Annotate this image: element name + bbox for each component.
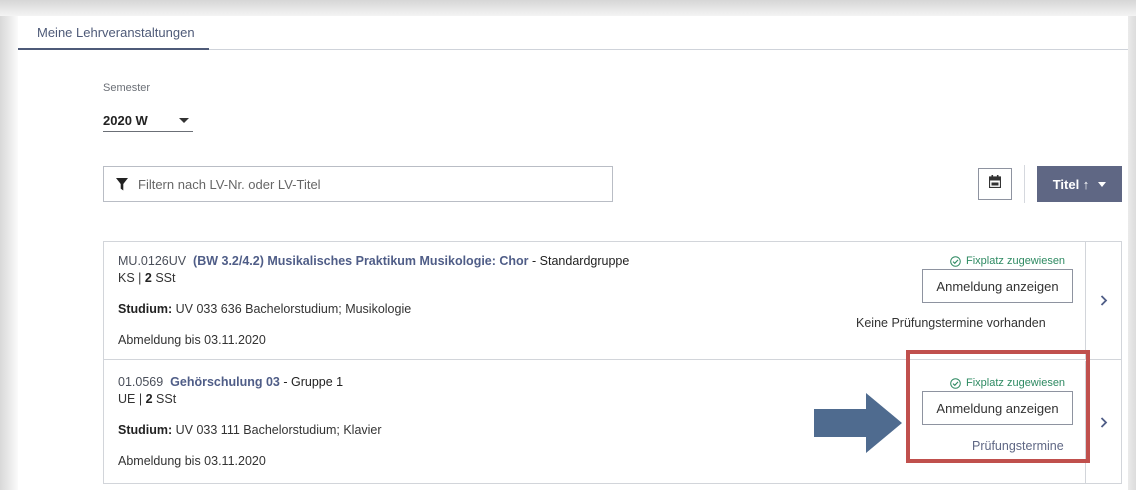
window-top-edge xyxy=(0,0,1136,16)
toolbar-divider xyxy=(1024,165,1025,203)
course-title-link[interactable]: Gehörschulung 03 xyxy=(170,375,280,389)
course-study-line: Studium: UV 033 111 Bachelorstudium; Kla… xyxy=(118,423,382,437)
course-heading: MU.0126UV (BW 3.2/4.2) Musikalisches Pra… xyxy=(118,254,629,268)
show-registration-button[interactable]: Anmeldung anzeigen xyxy=(922,269,1073,303)
course-type-line: UE | 2 SSt xyxy=(118,392,177,406)
study-label: Studium: xyxy=(118,423,173,437)
chevron-right-icon xyxy=(1100,295,1107,306)
tab-bar: Meine Lehrveranstaltungen xyxy=(18,16,1128,50)
calendar-button[interactable] xyxy=(978,168,1012,200)
filter-input[interactable] xyxy=(138,169,612,199)
chevron-down-icon xyxy=(179,118,189,123)
semester-value: 2020 W xyxy=(103,113,148,128)
course-title-link[interactable]: (BW 3.2/4.2) Musikalisches Praktikum Mus… xyxy=(193,254,529,268)
course-heading: 01.0569 Gehörschulung 03 - Gruppe 1 xyxy=(118,375,343,389)
chevron-down-icon xyxy=(1098,181,1107,187)
tab-my-courses[interactable]: Meine Lehrveranstaltungen xyxy=(18,16,209,50)
study-label: Studium: xyxy=(118,302,173,316)
status-badge: Fixplatz zugewiesen xyxy=(950,255,1065,267)
course-type: KS xyxy=(118,271,135,285)
course-type: UE xyxy=(118,392,136,406)
course-sst-value: 2 xyxy=(144,271,152,285)
course-sst-unit: SSt xyxy=(155,271,176,285)
pointer-arrow-icon xyxy=(814,393,902,458)
sort-label: Titel ↑ xyxy=(1052,176,1090,192)
filter-box xyxy=(103,166,613,202)
calendar-icon xyxy=(988,175,1002,193)
deregistration-deadline: Abmeldung bis 03.11.2020 xyxy=(118,333,266,347)
course-sst-value: 2 xyxy=(145,392,153,406)
course-sst-unit: SSt xyxy=(156,392,177,406)
check-circle-icon xyxy=(950,255,961,267)
open-course-button[interactable] xyxy=(1085,361,1121,483)
course-number: MU.0126UV xyxy=(118,254,187,268)
sort-button[interactable]: Titel ↑ xyxy=(1037,166,1122,202)
course-group: - Gruppe 1 xyxy=(279,375,344,389)
course-study-line: Studium: UV 033 636 Bachelorstudium; Mus… xyxy=(118,302,411,316)
deregistration-deadline: Abmeldung bis 03.11.2020 xyxy=(118,454,266,468)
semester-label: Semester xyxy=(103,82,151,94)
open-course-button[interactable] xyxy=(1085,242,1121,359)
course-group: - Standardgruppe xyxy=(528,254,630,268)
no-exam-dates-text: Keine Prüfungstermine vorhanden xyxy=(856,316,1046,330)
course-number: 01.0569 xyxy=(118,375,164,389)
highlight-frame xyxy=(906,350,1090,463)
course-row: MU.0126UV (BW 3.2/4.2) Musikalisches Pra… xyxy=(104,242,1121,360)
chevron-right-icon xyxy=(1100,416,1107,428)
semester-select[interactable]: 2020 W xyxy=(103,108,193,132)
study-value: UV 033 636 Bachelorstudium; Musikologie xyxy=(172,302,412,316)
status-text: Fixplatz zugewiesen xyxy=(966,255,1066,267)
course-type-line: KS | 2 SSt xyxy=(118,271,176,285)
filter-icon xyxy=(116,177,128,191)
study-value: UV 033 111 Bachelorstudium; Klavier xyxy=(172,423,382,437)
